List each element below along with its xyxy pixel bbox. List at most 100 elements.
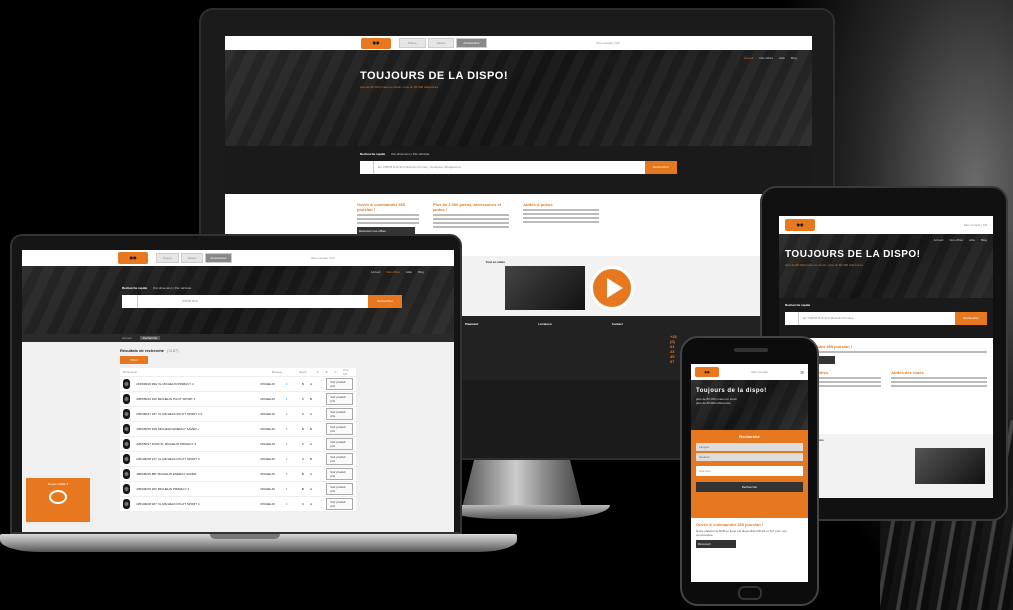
row-dimension[interactable]: 225/40R18 92Y XL MICHELIN PILOT SPORT 4: [136, 502, 260, 506]
filter-button[interactable]: Filtrer: [120, 356, 148, 364]
hero-subtitle: plus de 80 000 pneus en stock • plus de …: [360, 85, 439, 89]
subnav-offres[interactable]: Nos offres: [759, 56, 773, 60]
row-view-button[interactable]: Voir produit prix: [326, 408, 353, 420]
search-type-select[interactable]: [360, 161, 374, 174]
table-row[interactable]: 245/40R18 97Y XL MICHELIN PILOT SPORT 4M…: [120, 452, 356, 467]
subnav-accueil[interactable]: Accueil: [744, 56, 754, 60]
site-logo[interactable]: ◉◉: [695, 367, 719, 377]
subnav-blog[interactable]: Blog: [791, 56, 797, 60]
search-button[interactable]: Rechercher: [368, 295, 402, 308]
row-dimension[interactable]: 245/40R18 97Y XL MICHELIN PILOT SPORT 4: [136, 457, 260, 461]
tire-icon: [123, 409, 131, 419]
search-button[interactable]: Rechercher: [645, 161, 677, 174]
search-type-select[interactable]: [785, 312, 799, 325]
row-view-button[interactable]: Voir produit prix: [326, 483, 353, 495]
site-logo[interactable]: ◉◉: [361, 37, 391, 49]
video-title: Tout en vidéo: [485, 260, 505, 264]
table-header: Dimension Marque Stock A B C Prix HT: [120, 368, 356, 377]
row-view-button[interactable]: Voir produit prix: [326, 423, 353, 435]
field-hauteur[interactable]: Hauteur: [696, 453, 803, 461]
table-row[interactable]: 195/65R15 91H MICHELIN ENERGY SAVER + MIC…: [120, 422, 356, 437]
site-logo[interactable]: ◉◉: [118, 252, 148, 264]
search-tabs[interactable]: Par dimension | Par véhicule: [391, 152, 429, 156]
subnav-blog[interactable]: Blog: [418, 270, 424, 274]
table-row[interactable]: 225/45R17 94Y XL MICHELIN PILOT SPORT 4 …: [120, 407, 356, 422]
video-thumbnail[interactable]: [505, 266, 585, 310]
nav-pneus[interactable]: Pneus: [399, 38, 426, 48]
row-stock: 4: [285, 502, 288, 506]
row-view-button[interactable]: Voir produit prix: [326, 438, 353, 450]
nav-accessoires[interactable]: Accessoires: [205, 253, 232, 263]
account-link[interactable]: Mon compte: [751, 370, 768, 374]
row-view-button[interactable]: Voir produit prix: [326, 453, 353, 465]
col-stock[interactable]: Stock: [299, 370, 317, 374]
search-input[interactable]: Ex: 205/55 R16 91V Michelin Primacy, Goo…: [374, 161, 645, 174]
row-view-button[interactable]: Voir produit prix: [326, 468, 353, 480]
breadcrumb-search[interactable]: Recherche: [139, 336, 161, 340]
table-row[interactable]: 235/55R17 103W XL MICHELIN PRIMACY 3 MICH…: [120, 437, 356, 452]
table-row[interactable]: 205/60R16 92V MICHELIN PRIMACY 4 MICHELIN…: [120, 482, 356, 497]
row-stock: 4: [285, 472, 288, 476]
subnav-aide[interactable]: Aide: [969, 238, 975, 242]
home-button[interactable]: [738, 586, 762, 600]
footer-phone[interactable]: +33 (0) 01 23 45 67: [670, 334, 677, 364]
row-dimension[interactable]: 205/55R16 91V MICHELIN PILOT SPORT 4: [136, 397, 260, 401]
table-row[interactable]: 215/60R16 99H XL MICHELIN PRIMACY 4 MICHE…: [120, 377, 356, 392]
subnav-aide[interactable]: Aide: [779, 56, 785, 60]
table-row[interactable]: 185/65R15 88T MICHELIN ENERGY SAVER MICHE…: [120, 467, 356, 482]
account-link[interactable]: Mon compte | FR: [964, 223, 987, 227]
subnav-aide[interactable]: Aide: [406, 270, 412, 274]
subnav-offres[interactable]: Nos offres: [386, 270, 400, 274]
field-diametre[interactable]: Diamètre: [696, 466, 803, 476]
row-dimension[interactable]: 215/60R16 99H XL MICHELIN PRIMACY 4: [136, 382, 260, 386]
row-label-a: B: [301, 472, 304, 476]
search-input[interactable]: Ex: 205/55 R16 91V Michelin Primacy...: [799, 312, 955, 325]
chat-widget[interactable]: Besoin d'aide ?: [26, 478, 90, 522]
promo-video-thumbnail[interactable]: [915, 448, 985, 484]
subnav-accueil[interactable]: Accueil: [934, 238, 944, 242]
row-brand: MICHELIN: [260, 442, 275, 446]
row-dimension[interactable]: 225/45R17 94Y XL MICHELIN PILOT SPORT 4 …: [136, 412, 260, 416]
nav-pneus[interactable]: Pneus: [156, 253, 179, 263]
row-view-button[interactable]: Voir produit prix: [326, 378, 353, 390]
breadcrumb-home[interactable]: Accueil: [122, 336, 132, 340]
search-label: Recherche rapide: [785, 303, 811, 307]
nav-jantes[interactable]: Jantes: [427, 38, 455, 48]
table-row[interactable]: 225/40R18 92Y XL MICHELIN PILOT SPORT 4M…: [120, 497, 356, 512]
row-dimension[interactable]: 205/60R16 92V MICHELIN PRIMACY 4: [136, 487, 260, 491]
search-brand-input[interactable]: Michelin: [138, 295, 178, 308]
row-label-b: A: [310, 382, 313, 386]
search-type-select[interactable]: [122, 295, 138, 308]
tablet-topbar: ◉◉ Mon compte | FR: [779, 216, 993, 234]
table-row[interactable]: 205/55R16 91V MICHELIN PILOT SPORT 4 MICH…: [120, 392, 356, 407]
subnav-accueil[interactable]: Accueil: [371, 270, 381, 274]
cta-button[interactable]: Découvrir: [696, 540, 736, 548]
subnav-offres[interactable]: Nos offres: [949, 238, 963, 242]
table-body: 215/60R16 99H XL MICHELIN PRIMACY 4 MICHE…: [120, 377, 356, 512]
search-dimension-input[interactable]: 205/55 R16: [178, 295, 368, 308]
subnav-blog[interactable]: Blog: [981, 238, 987, 242]
play-icon[interactable]: [590, 266, 634, 310]
row-view-button[interactable]: Voir produit prix: [326, 393, 353, 405]
site-logo[interactable]: ◉◉: [785, 219, 815, 231]
nav-accessoires[interactable]: Accessoires: [456, 38, 487, 48]
row-dimension[interactable]: 235/55R17 103W XL MICHELIN PRIMACY 3: [136, 442, 260, 446]
search-tabs[interactable]: Par dimension | Par véhicule: [153, 286, 191, 290]
account-link[interactable]: Mon compte | FR: [597, 41, 620, 45]
laptop-hero: Accueil Nos offres Aide Blog Recherche r…: [22, 266, 454, 334]
row-dimension[interactable]: 185/65R15 88T MICHELIN ENERGY SAVER: [136, 472, 260, 476]
col-dimension[interactable]: Dimension: [123, 370, 272, 374]
tire-icon: [123, 424, 131, 434]
row-dimension[interactable]: 195/65R15 91H MICHELIN ENERGY SAVER +: [136, 427, 260, 431]
col-brand[interactable]: Marque: [272, 370, 299, 374]
search-header: Recherche rapide Par dimension | Par véh…: [360, 152, 677, 156]
col-price[interactable]: Prix HT: [343, 368, 353, 376]
field-largeur[interactable]: Largeur: [696, 443, 803, 451]
account-link[interactable]: Mon compte | FR: [312, 256, 335, 260]
nav-jantes[interactable]: Jantes: [180, 253, 204, 263]
feature-col-3: Jantes & pneus: [523, 202, 599, 225]
menu-icon[interactable]: ☰: [800, 370, 804, 375]
search-button[interactable]: Rechercher: [696, 482, 803, 492]
search-button[interactable]: Rechercher: [955, 312, 987, 325]
row-view-button[interactable]: Voir produit prix: [326, 498, 353, 510]
